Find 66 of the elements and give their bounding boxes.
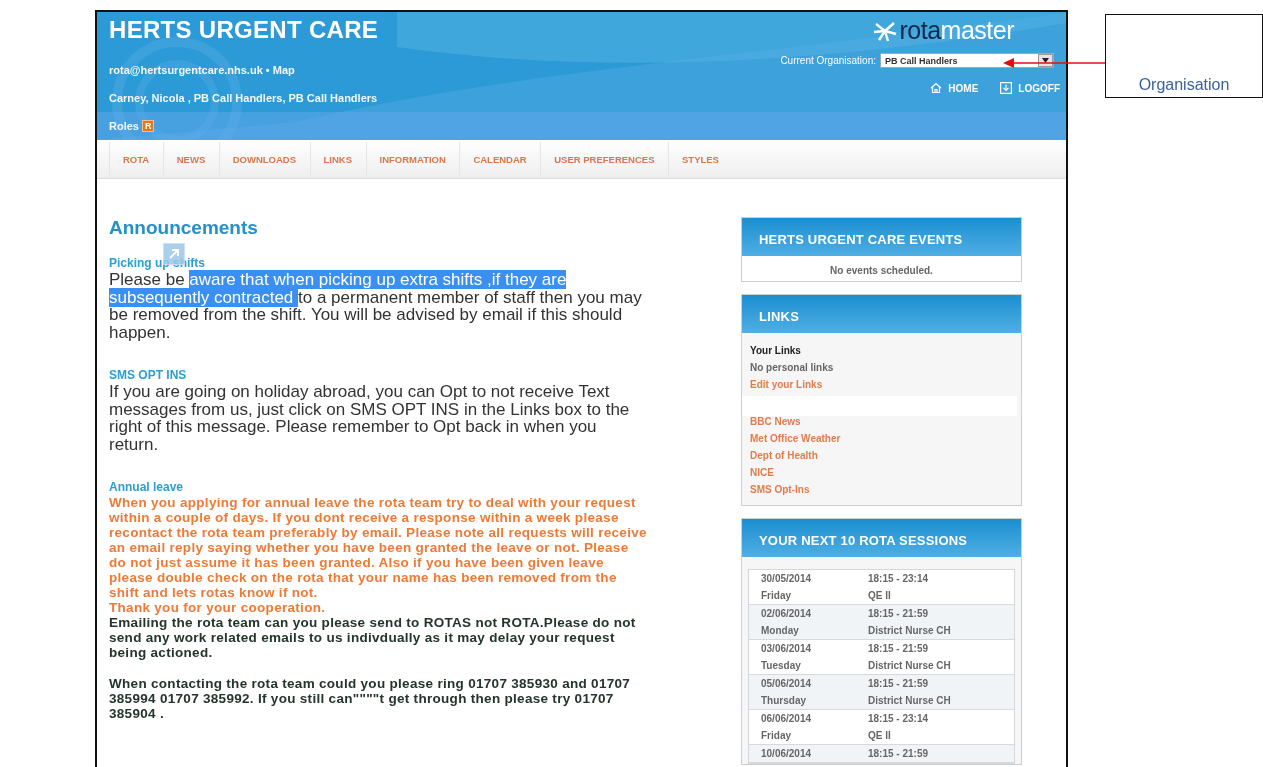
empty-message: No personal links <box>750 362 835 375</box>
table-cell-text: 18:15 - 23:14 <box>868 572 930 586</box>
site-title: HERTS URGENT CARE <box>109 16 379 45</box>
table-cell-text: 02/06/2014 <box>761 607 813 621</box>
table-cell-text: 18:15 - 23:14 <box>868 712 930 726</box>
table-cell-text: District Nurse CH <box>868 659 952 673</box>
announcement-text: Emailing the rota team can you please send to ROTAS not ROTA.Please do not send any work related emails to us indivdually as it may delay your request being actioned. <box>109 615 637 660</box>
announcement-heading: SMS OPT INS <box>109 368 187 382</box>
table-cell-text: 18:15 - 21:59 <box>868 642 930 656</box>
sidebar-link[interactable]: Met Office Weather <box>750 433 1021 450</box>
home-icon <box>930 82 943 94</box>
nav-link[interactable]: CALENDAR <box>459 141 541 177</box>
table-cell-text: 10/06/2014 <box>761 747 813 761</box>
table-cell-text: QE II <box>868 589 892 603</box>
caret-icon <box>1042 58 1049 63</box>
panel-title: LINKS <box>742 295 1021 333</box>
sidebar-link[interactable]: Dept of Health <box>750 450 1021 467</box>
sidebar-link[interactable]: SMS Opt-Ins <box>750 484 1021 501</box>
table-cell-text: 18:15 - 21:59 <box>868 677 930 691</box>
table-cell-text: QE II <box>868 729 892 743</box>
page-heading: Announcements <box>109 217 259 239</box>
swirl-icon <box>871 19 898 42</box>
logoff-link[interactable]: LOGOFF <box>1000 82 1060 94</box>
rotamaster-logo: rotamaster <box>899 16 1014 45</box>
announcement-text: When you applying for annual leave the rota team try to deal with your request within a couple of days. If you dont receive a response within a week please recontact the rota team preferably by email. Please note all requests will receive an email reply saying whether you have been granted the leave or not. Please do not just assume it has been granted. Also if you have been given leave please double check on the rota that your name has been removed from the shift and lets rotas know if not. <box>109 495 648 600</box>
table-cell-text: Tuesday <box>761 659 802 673</box>
nav-link[interactable]: NEWS <box>162 141 219 177</box>
table-cell-text: Friday <box>761 589 792 603</box>
table-cell-text: 18:15 - 21:59 <box>868 607 930 621</box>
nav-link[interactable]: DOWNLOADS <box>218 141 310 177</box>
table-cell-text: Friday <box>761 729 792 743</box>
table-cell-text: 06/06/2014 <box>761 712 813 726</box>
nav-link[interactable]: INFORMATION <box>365 141 460 177</box>
table-cell-text: 18:15 - 21:59 <box>868 747 930 761</box>
nav-link[interactable]: ROTA <box>109 141 163 177</box>
table-cell-text: 30/05/2014 <box>761 572 813 586</box>
table-cell-text: 03/06/2014 <box>761 642 813 656</box>
empty-message: No events scheduled. <box>742 256 1021 281</box>
announcement-text: If you are going on holiday abroad, you can Opt to not receive Text messages from us, just click on SMS OPT INS in the Links box to the right of this message. Please remember to Opt back in when you return. <box>109 383 631 453</box>
nav-link[interactable]: STYLES <box>668 141 733 177</box>
table-cell-text: Monday <box>761 624 800 638</box>
sidebar-link[interactable]: NICE <box>750 467 1021 484</box>
organisation-dropdown[interactable]: PB Call Handlers <box>880 53 1054 68</box>
table-cell-text: District Nurse CH <box>868 694 952 708</box>
callout-label: Organisation <box>1138 76 1230 94</box>
roles-link[interactable]: Roles <box>109 120 139 132</box>
announcement-heading: Picking up shifts <box>109 256 205 270</box>
announcement-text: When contacting the rota team could you please ring 01707 385930 and 01707 385994 01707 385992. If you still can""""t get through then please try 01707 385904 . <box>109 676 632 721</box>
table-cell-text: District Nurse CH <box>868 624 952 638</box>
nav-link[interactable]: LINKS <box>309 141 366 177</box>
announcement-heading: Annual leave <box>109 480 184 494</box>
organisation-label: Current Organisation: <box>780 55 876 66</box>
table-cell-text: Thursday <box>761 694 807 708</box>
panel-title: HERTS URGENT CARE EVENTS <box>742 218 1021 256</box>
links-subheading: Your Links <box>750 345 802 358</box>
user-details: Carney, Nicola , PB Call Handlers, PB Call Handlers <box>109 92 378 104</box>
sidebar-link[interactable]: BBC News <box>750 416 1021 433</box>
sidebar-link[interactable]: Edit your Links <box>750 379 1021 396</box>
table-cell-text: 05/06/2014 <box>761 677 813 691</box>
announcement-text: Please be aware that when picking up extra shifts ,if they are subsequently contracted to a permanent member of staff then you may be removed from the shift. You will be advised by email if this should happen. <box>109 271 643 341</box>
announcement-text: Thank you for your cooperation. <box>109 600 327 615</box>
contact-link[interactable]: rota@hertsurgentcare.nhs.uk • Map <box>109 64 295 76</box>
nav-link[interactable]: USER PREFERENCES <box>540 141 668 177</box>
logoff-icon <box>1000 82 1013 94</box>
panel-title: YOUR NEXT 10 ROTA SESSIONS <box>742 519 1021 557</box>
home-link[interactable]: HOME <box>930 82 979 94</box>
